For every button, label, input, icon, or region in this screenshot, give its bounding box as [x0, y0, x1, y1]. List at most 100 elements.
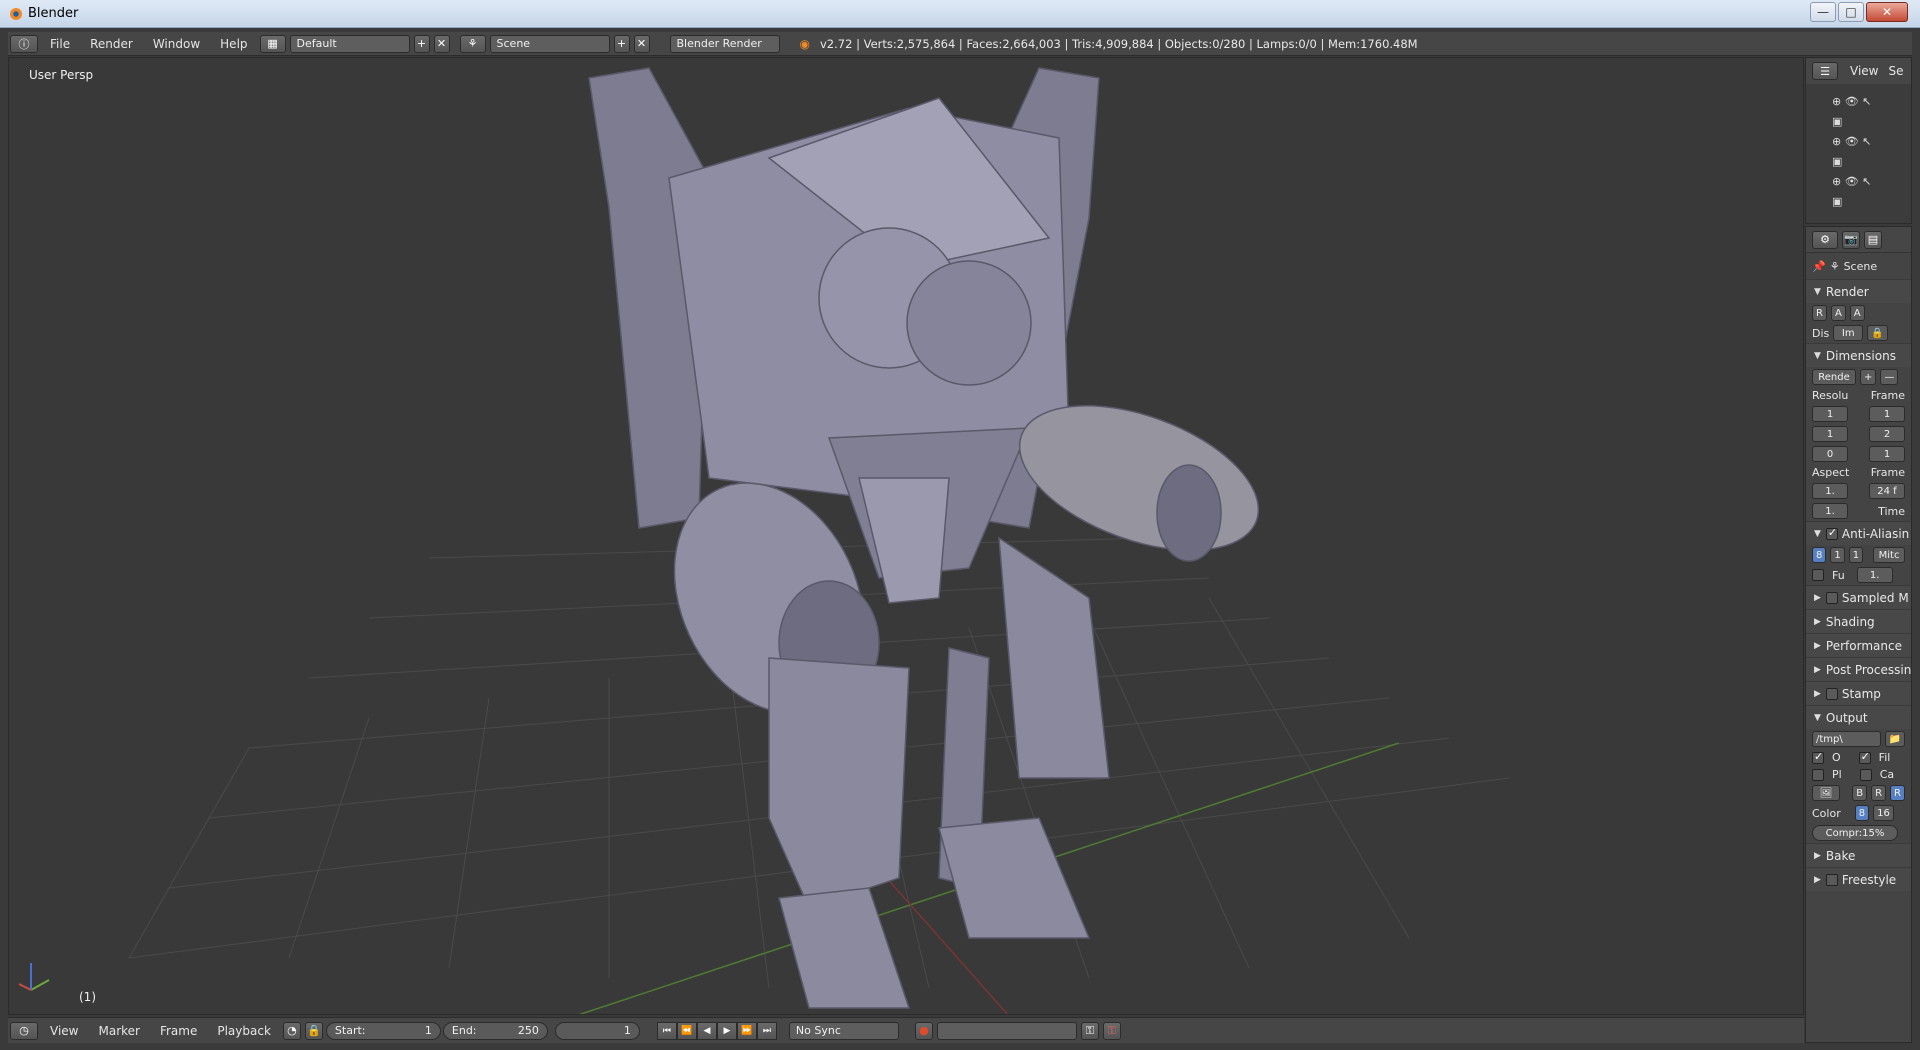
render-image-button[interactable]: R: [1812, 305, 1827, 321]
sync-mode-select[interactable]: No Sync: [788, 1021, 899, 1040]
next-keyframe-icon[interactable]: ⏩: [736, 1021, 757, 1040]
stamp-panel-header[interactable]: ▶ Stamp: [1806, 681, 1911, 705]
play-icon[interactable]: ▶: [716, 1021, 737, 1040]
play-reverse-icon[interactable]: ◀: [696, 1021, 717, 1040]
render-engine-select[interactable]: Blender Render: [669, 34, 780, 53]
render-panel-header[interactable]: ▼ Render: [1806, 279, 1911, 303]
lock-interface-icon[interactable]: 🔒: [1867, 325, 1888, 341]
output-path-field[interactable]: /tmp\: [1812, 731, 1881, 747]
color-bw-button[interactable]: B: [1852, 785, 1868, 801]
placeholders-checkbox[interactable]: [1812, 768, 1824, 781]
resolution-y-field[interactable]: 1: [1812, 426, 1848, 442]
output-panel-header[interactable]: ▼ Output: [1806, 705, 1911, 729]
editor-type-outliner-icon[interactable]: ☰: [1812, 62, 1838, 80]
menu-marker[interactable]: Marker: [88, 1024, 149, 1038]
end-frame-field[interactable]: End: 250: [442, 1021, 548, 1040]
pin-icon[interactable]: 📌: [1812, 260, 1826, 273]
post-processing-panel-header[interactable]: ▶ Post Processin: [1806, 657, 1911, 681]
screen-layout-icon[interactable]: ▦: [259, 34, 286, 53]
record-icon[interactable]: ●: [914, 1021, 933, 1040]
editor-type-info-icon[interactable]: ⓘ: [10, 34, 38, 53]
keying-set-field[interactable]: [936, 1021, 1077, 1040]
aa-samples-8-button[interactable]: 8: [1812, 547, 1827, 563]
preview-range-icon[interactable]: ◔: [282, 1021, 301, 1040]
compression-slider[interactable]: Compr:15%: [1812, 825, 1898, 841]
screen-layout-field[interactable]: Default: [289, 34, 410, 53]
jump-start-icon[interactable]: ⏮: [656, 1021, 677, 1040]
start-frame-field[interactable]: Start: 1: [325, 1021, 441, 1040]
minimize-button[interactable]: —: [1810, 2, 1836, 22]
viewport-canvas[interactable]: [9, 58, 1804, 1015]
scene-icon[interactable]: ⚘: [459, 34, 486, 53]
depth-8-button[interactable]: 8: [1854, 805, 1870, 821]
menu-render[interactable]: Render: [80, 37, 143, 51]
shading-panel-header[interactable]: ▶ Shading: [1806, 609, 1911, 633]
add-scene-icon[interactable]: +: [613, 34, 630, 53]
scene-field[interactable]: Scene: [489, 34, 610, 53]
color-rgb-button[interactable]: R: [1871, 785, 1887, 801]
aa-samples-16-button[interactable]: 1: [1848, 547, 1864, 563]
resolution-x-field[interactable]: 1: [1812, 406, 1848, 422]
display-select[interactable]: Im: [1833, 325, 1864, 341]
file-format-select[interactable]: 🖼: [1812, 785, 1841, 801]
render-preset-select[interactable]: Rende: [1812, 369, 1856, 385]
fps-select[interactable]: 24 f: [1869, 483, 1905, 499]
frame-start-field[interactable]: 1: [1869, 406, 1905, 422]
frame-step-field[interactable]: 1: [1869, 446, 1905, 462]
stamp-checkbox[interactable]: [1825, 687, 1838, 700]
3d-viewport[interactable]: User Persp (1): [8, 57, 1804, 1015]
aspect-y-field[interactable]: 1.: [1812, 503, 1848, 519]
antialias-checkbox[interactable]: [1825, 526, 1838, 540]
menu-window[interactable]: Window: [143, 37, 210, 51]
render-tab-icon[interactable]: 📷: [1842, 230, 1860, 249]
remove-preset-icon[interactable]: —: [1880, 369, 1899, 385]
resolution-percent-field[interactable]: 0: [1812, 446, 1848, 462]
motion-blur-checkbox[interactable]: [1825, 591, 1838, 604]
menu-help[interactable]: Help: [210, 37, 257, 51]
render-animation-button[interactable]: A: [1830, 305, 1846, 321]
menu-playback[interactable]: Playback: [207, 1024, 281, 1038]
remove-layout-icon[interactable]: ✕: [433, 34, 450, 53]
outliner-row[interactable]: ⊕ 👁 ↖ ▣: [1832, 172, 1885, 212]
overwrite-checkbox[interactable]: [1812, 750, 1824, 764]
sampled-motion-blur-panel-header[interactable]: ▶ Sampled M: [1806, 585, 1911, 609]
outliner-search-menu[interactable]: Se: [1888, 64, 1903, 78]
dimensions-panel-header[interactable]: ▼ Dimensions: [1806, 343, 1911, 367]
outliner-view-menu[interactable]: View: [1840, 64, 1888, 78]
aa-samples-11-button[interactable]: 1: [1830, 547, 1845, 563]
outliner-row[interactable]: ⊕ 👁 ↖ ▣: [1832, 92, 1885, 132]
aa-filter-select[interactable]: Mitc: [1873, 547, 1905, 563]
folder-browse-icon[interactable]: 📁: [1884, 731, 1905, 747]
cache-result-checkbox[interactable]: [1859, 768, 1872, 781]
render-audio-button[interactable]: A: [1849, 305, 1865, 321]
color-rgba-button[interactable]: R: [1890, 785, 1905, 801]
render-layers-tab-icon[interactable]: ▤: [1864, 230, 1882, 249]
depth-16-button[interactable]: 16: [1873, 805, 1894, 821]
add-layout-icon[interactable]: +: [413, 34, 430, 53]
remove-scene-icon[interactable]: ✕: [633, 34, 650, 53]
freestyle-checkbox[interactable]: [1825, 873, 1838, 886]
menu-frame[interactable]: Frame: [150, 1024, 207, 1038]
aspect-x-field[interactable]: 1.: [1812, 483, 1848, 499]
maximize-button[interactable]: □: [1838, 2, 1864, 22]
lock-icon[interactable]: 🔒: [304, 1021, 323, 1040]
editor-type-timeline-icon[interactable]: ◷: [10, 1021, 38, 1040]
performance-panel-header[interactable]: ▶ Performance: [1806, 633, 1911, 657]
antialias-panel-header[interactable]: ▼ Anti-Aliasin: [1806, 521, 1911, 545]
jump-end-icon[interactable]: ⏭: [756, 1021, 777, 1040]
bake-panel-header[interactable]: ▶ Bake: [1806, 843, 1911, 867]
menu-file[interactable]: File: [40, 37, 80, 51]
menu-view[interactable]: View: [40, 1024, 88, 1038]
freestyle-panel-header[interactable]: ▶ Freestyle: [1806, 867, 1911, 891]
add-preset-icon[interactable]: +: [1860, 369, 1877, 385]
full-sample-checkbox[interactable]: [1812, 569, 1824, 581]
outliner-row[interactable]: ⊕ 👁 ↖ ▣: [1832, 132, 1885, 172]
file-extensions-checkbox[interactable]: [1858, 750, 1871, 764]
editor-type-properties-icon[interactable]: ⚙: [1812, 230, 1838, 249]
frame-end-field[interactable]: 2: [1869, 426, 1905, 442]
insert-keyframe-icon[interactable]: ⚿: [1080, 1021, 1099, 1040]
filter-size-field[interactable]: 1.: [1856, 567, 1893, 583]
prev-keyframe-icon[interactable]: ⏪: [676, 1021, 697, 1040]
close-window-button[interactable]: ✕: [1866, 2, 1908, 22]
delete-keyframe-icon[interactable]: ⚿: [1102, 1021, 1121, 1040]
